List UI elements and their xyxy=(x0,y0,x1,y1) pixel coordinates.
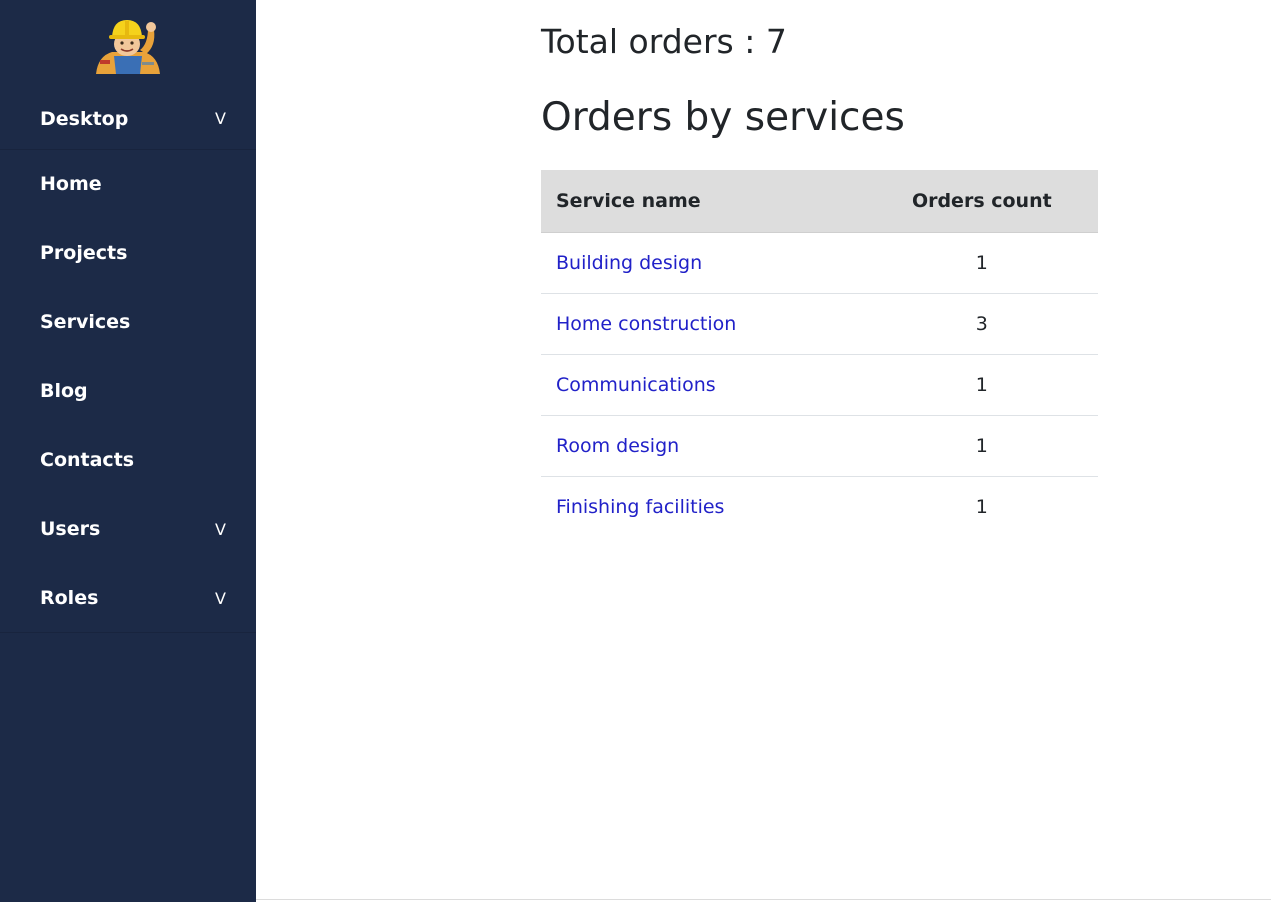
service-link-home-construction[interactable]: Home construction xyxy=(556,313,736,335)
footer-divider xyxy=(256,899,1271,900)
app-root: Desktop V Home Projects Services Blog Co… xyxy=(0,0,1271,902)
builder-mascot-logo[interactable] xyxy=(90,16,166,74)
sidebar-item-label: Blog xyxy=(40,380,88,402)
service-name-cell: Room design xyxy=(541,415,866,477)
sidebar-item-label: Home xyxy=(40,173,102,195)
main-content: Total orders : 7 Orders by services Serv… xyxy=(256,0,1271,902)
sidebar-item-label: Desktop xyxy=(40,108,129,130)
orders-count-cell: 1 xyxy=(865,354,1098,416)
service-link-building-design[interactable]: Building design xyxy=(556,252,702,274)
sidebar-item-roles[interactable]: Roles V xyxy=(0,564,256,633)
orders-count-cell: 3 xyxy=(865,293,1098,355)
orders-count-cell: 1 xyxy=(865,232,1098,294)
sidebar-item-blog[interactable]: Blog xyxy=(0,357,256,426)
service-link-finishing-facilities[interactable]: Finishing facilities xyxy=(556,496,724,518)
table-row: Communications 1 xyxy=(541,354,1098,416)
page-title: Orders by services xyxy=(541,95,905,140)
chevron-down-icon[interactable]: V xyxy=(215,84,226,154)
sidebar-item-projects[interactable]: Projects xyxy=(0,219,256,288)
service-name-cell: Finishing facilities xyxy=(541,477,866,538)
chevron-down-icon[interactable]: V xyxy=(215,495,226,564)
orders-count-cell: 1 xyxy=(865,415,1098,477)
service-link-communications[interactable]: Communications xyxy=(556,374,716,396)
sidebar-nav: Desktop V Home Projects Services Blog Co… xyxy=(0,84,256,633)
sidebar-item-label: Projects xyxy=(40,242,128,264)
service-name-cell: Communications xyxy=(541,354,866,416)
table-header-row: Service name Orders count xyxy=(541,170,1098,233)
column-header-orders-count: Orders count xyxy=(865,170,1098,233)
table-row: Home construction 3 xyxy=(541,293,1098,355)
sidebar-item-services[interactable]: Services xyxy=(0,288,256,357)
sidebar-item-contacts[interactable]: Contacts xyxy=(0,426,256,495)
sidebar-item-desktop[interactable]: Desktop V xyxy=(0,84,256,150)
orders-count-cell: 1 xyxy=(975,496,988,518)
table-row: Building design 1 xyxy=(541,232,1098,294)
total-orders-heading: Total orders : 7 xyxy=(541,22,787,61)
service-name-cell: Building design xyxy=(541,232,866,294)
service-link-room-design[interactable]: Room design xyxy=(556,435,679,457)
sidebar-item-label: Users xyxy=(40,518,101,540)
sidebar-item-label: Services xyxy=(40,311,131,333)
column-header-service-name: Service name xyxy=(541,170,866,233)
sidebar-item-label: Roles xyxy=(40,587,99,609)
sidebar-item-users[interactable]: Users V xyxy=(0,495,256,564)
table-row: Finishing facilities 1 xyxy=(541,477,1098,538)
sidebar-item-label: Contacts xyxy=(40,449,135,471)
orders-by-services-table: Service name Orders count Building desig… xyxy=(541,170,1098,537)
sidebar-item-home[interactable]: Home xyxy=(0,150,256,219)
sidebar: Desktop V Home Projects Services Blog Co… xyxy=(0,0,256,902)
chevron-down-icon[interactable]: V xyxy=(215,564,226,633)
service-name-cell: Home construction xyxy=(541,293,866,355)
table-row: Room design 1 xyxy=(541,415,1098,477)
